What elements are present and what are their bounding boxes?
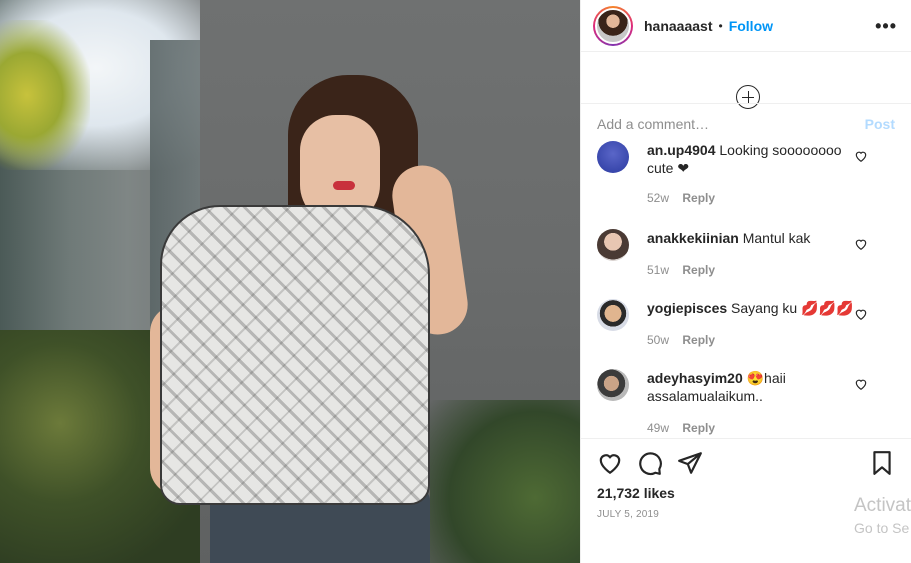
heart-icon[interactable] (597, 450, 623, 476)
commenter-avatar[interactable] (597, 229, 629, 261)
comment-meta: 49w Reply (647, 421, 725, 435)
comment-body: anakkekiinian Mantul kak (647, 229, 857, 247)
paper-plane-icon[interactable] (677, 450, 703, 476)
comment-body: adeyhasyim20 😍haii assalamualaikum.. (647, 369, 857, 405)
post-date[interactable]: JULY 5, 2019 (597, 509, 895, 520)
comment-body: yogiepisces Sayang ku 💋💋💋 (647, 299, 857, 317)
photo-lips (333, 181, 355, 190)
heart-outline-icon[interactable] (854, 237, 868, 251)
reply-button[interactable]: Reply (682, 333, 715, 347)
author-avatar[interactable] (593, 5, 633, 46)
bookmark-icon[interactable] (869, 450, 895, 476)
comment-username[interactable]: yogiepisces (647, 300, 727, 316)
action-icons (597, 439, 895, 487)
post-photo[interactable] (0, 0, 580, 563)
reply-button[interactable]: Reply (682, 421, 715, 435)
heart-outline-icon[interactable] (854, 377, 868, 391)
post-header: hanaaaast • Follow ••• (581, 0, 911, 52)
comment-text: Sayang ku 💋💋💋 (731, 300, 854, 316)
comment-username[interactable]: anakkekiinian (647, 230, 739, 246)
reply-button[interactable]: Reply (682, 263, 715, 277)
comment-time[interactable]: 52w (647, 191, 669, 205)
comment-time[interactable]: 51w (647, 263, 669, 277)
comment-time[interactable]: 50w (647, 333, 669, 347)
comment-icon[interactable] (637, 450, 663, 476)
reply-button[interactable]: Reply (682, 191, 715, 205)
activation-watermark: Activat Go to Se (854, 494, 911, 540)
header-separator: • (718, 18, 723, 33)
more-options-icon[interactable]: ••• (875, 16, 897, 37)
commenter-avatar[interactable] (597, 369, 629, 401)
comment-meta: 52w Reply (647, 191, 725, 205)
add-comment-field[interactable]: Add a comment… Post (581, 103, 911, 163)
likes-count[interactable]: 21,732 likes (597, 485, 895, 501)
comment-meta: 50w Reply (647, 333, 725, 347)
post-panel: hanaaaast • Follow ••• an.up4904 Looking… (580, 0, 911, 563)
comment-meta: 51w Reply (647, 263, 725, 277)
follow-button[interactable]: Follow (729, 18, 773, 34)
author-username[interactable]: hanaaaast (644, 18, 712, 34)
watermark-line1: Activat (854, 495, 911, 516)
watermark-line2: Go to Se (854, 520, 910, 536)
post-button[interactable]: Post (865, 116, 895, 132)
commenter-avatar[interactable] (597, 299, 629, 331)
photo-shirt (160, 205, 430, 505)
comment-placeholder[interactable]: Add a comment… (597, 116, 709, 132)
photo-person (150, 75, 472, 563)
comment-username[interactable]: adeyhasyim20 (647, 370, 743, 386)
photo-leaves (0, 20, 90, 170)
comment-text: Mantul kak (742, 230, 811, 246)
comment-time[interactable]: 49w (647, 421, 669, 435)
heart-outline-icon[interactable] (854, 307, 868, 321)
